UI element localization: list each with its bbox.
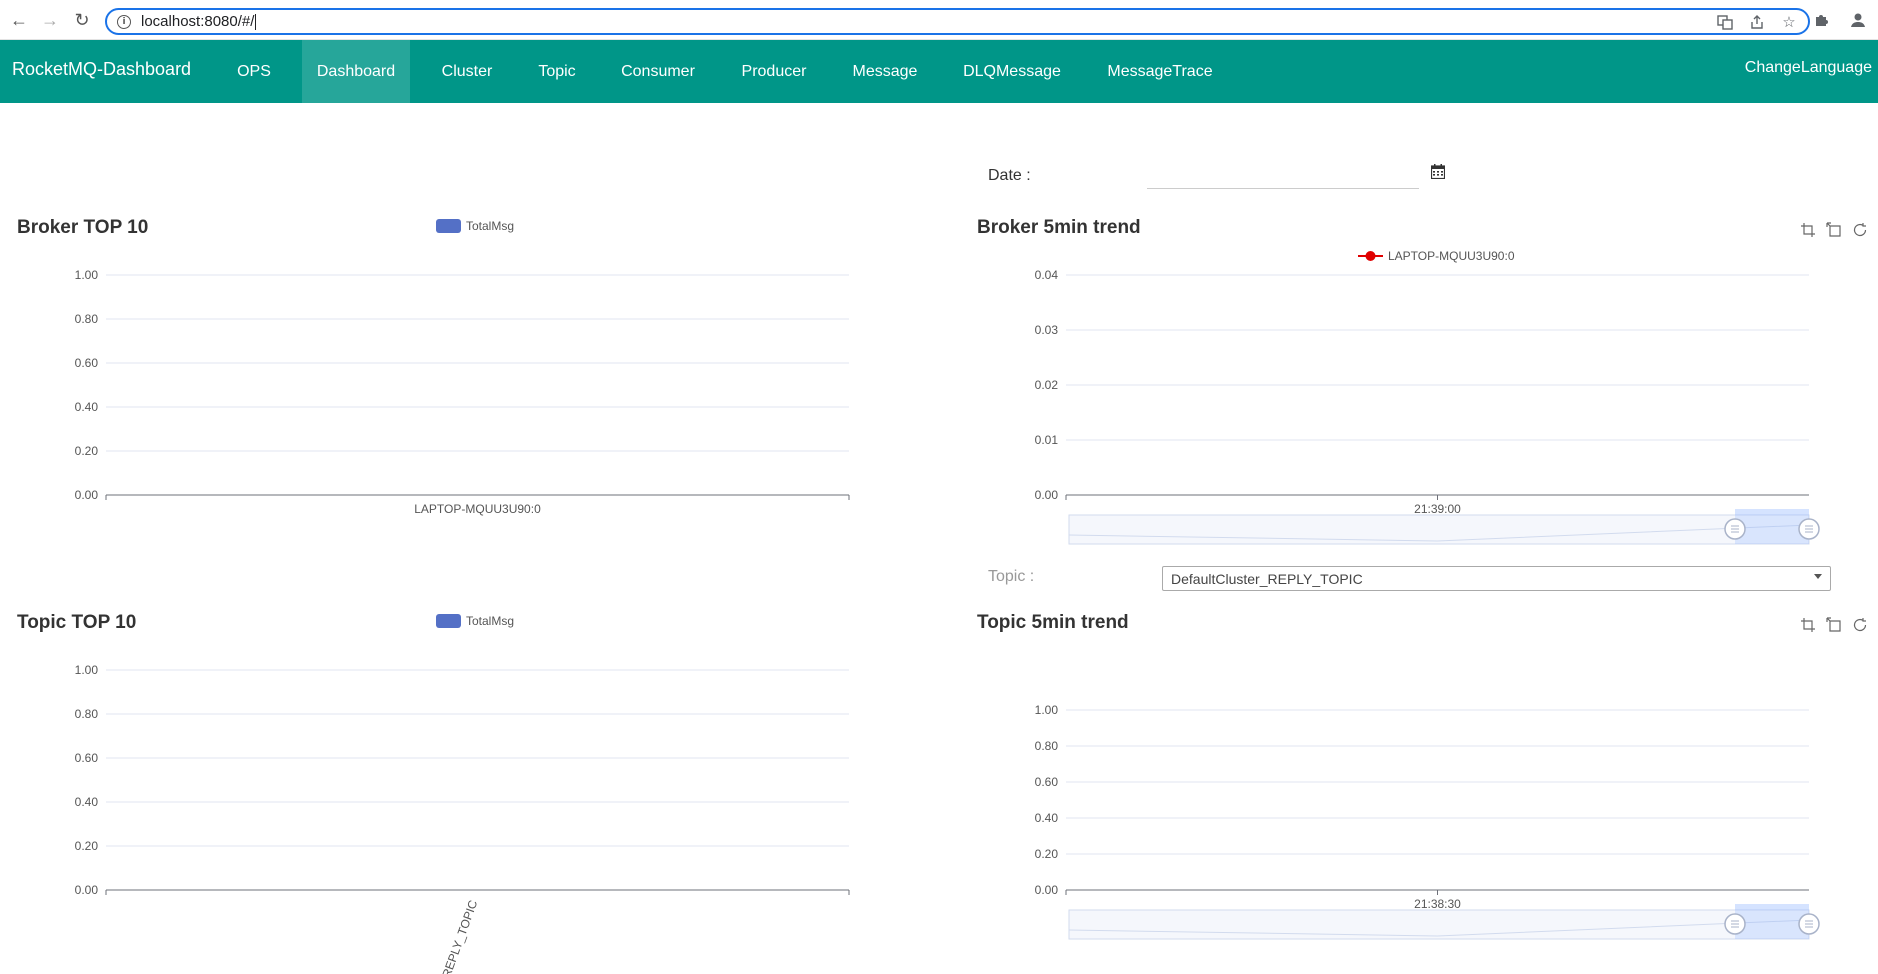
y-tick-label: 0.60 [75, 751, 99, 765]
datazoom-selected-range[interactable] [1735, 910, 1809, 939]
y-tick-label: 0.04 [1035, 268, 1059, 282]
y-tick-label: 0.60 [1035, 775, 1059, 789]
y-tick-label: 0.80 [75, 312, 99, 326]
y-tick-label: 0.00 [1035, 488, 1059, 502]
y-tick-label: 0.40 [75, 400, 99, 414]
legend-swatch[interactable] [436, 219, 461, 233]
legend-swatch[interactable] [436, 614, 461, 628]
y-tick-label: 0.02 [1035, 378, 1059, 392]
y-tick-label: 0.03 [1035, 323, 1059, 337]
x-tick-label: LAPTOP-MQUU3U90:0 [414, 502, 541, 516]
y-tick-label: 0.80 [1035, 739, 1059, 753]
y-tick-label: 0.20 [1035, 847, 1059, 861]
y-tick-label: 0.40 [75, 795, 99, 809]
y-tick-label: 0.40 [1035, 811, 1059, 825]
y-tick-label: 0.00 [1035, 883, 1059, 897]
x-tick-label: 21:39:00 [1414, 502, 1461, 516]
y-tick-label: 0.20 [75, 839, 99, 853]
legend-marker[interactable] [1365, 251, 1376, 261]
y-tick-label: 0.80 [75, 707, 99, 721]
y-tick-label: 1.00 [75, 268, 99, 282]
y-tick-label: 0.60 [75, 356, 99, 370]
y-tick-label: 0.00 [75, 488, 99, 502]
x-tick-label: 21:38:30 [1414, 897, 1461, 911]
y-tick-label: 0.20 [75, 444, 99, 458]
datazoom-range-bar[interactable] [1735, 509, 1809, 515]
legend-label: TotalMsg [466, 219, 514, 233]
legend-label: LAPTOP-MQUU3U90:0 [1388, 249, 1515, 263]
x-tick-label: REPLY_TOPIC [439, 898, 480, 974]
y-tick-label: 1.00 [1035, 703, 1059, 717]
y-tick-label: 0.00 [75, 883, 99, 897]
charts-canvas: 0.00 0.20 0.40 0.60 0.80 1.00 TotalMsg LAPTOP-M… [75, 219, 1820, 974]
y-tick-label: 0.01 [1035, 433, 1059, 447]
legend-label: TotalMsg [466, 614, 514, 628]
datazoom-selected-range[interactable] [1735, 515, 1809, 544]
y-tick-label: 1.00 [75, 663, 99, 677]
datazoom-range-bar[interactable] [1735, 904, 1809, 910]
